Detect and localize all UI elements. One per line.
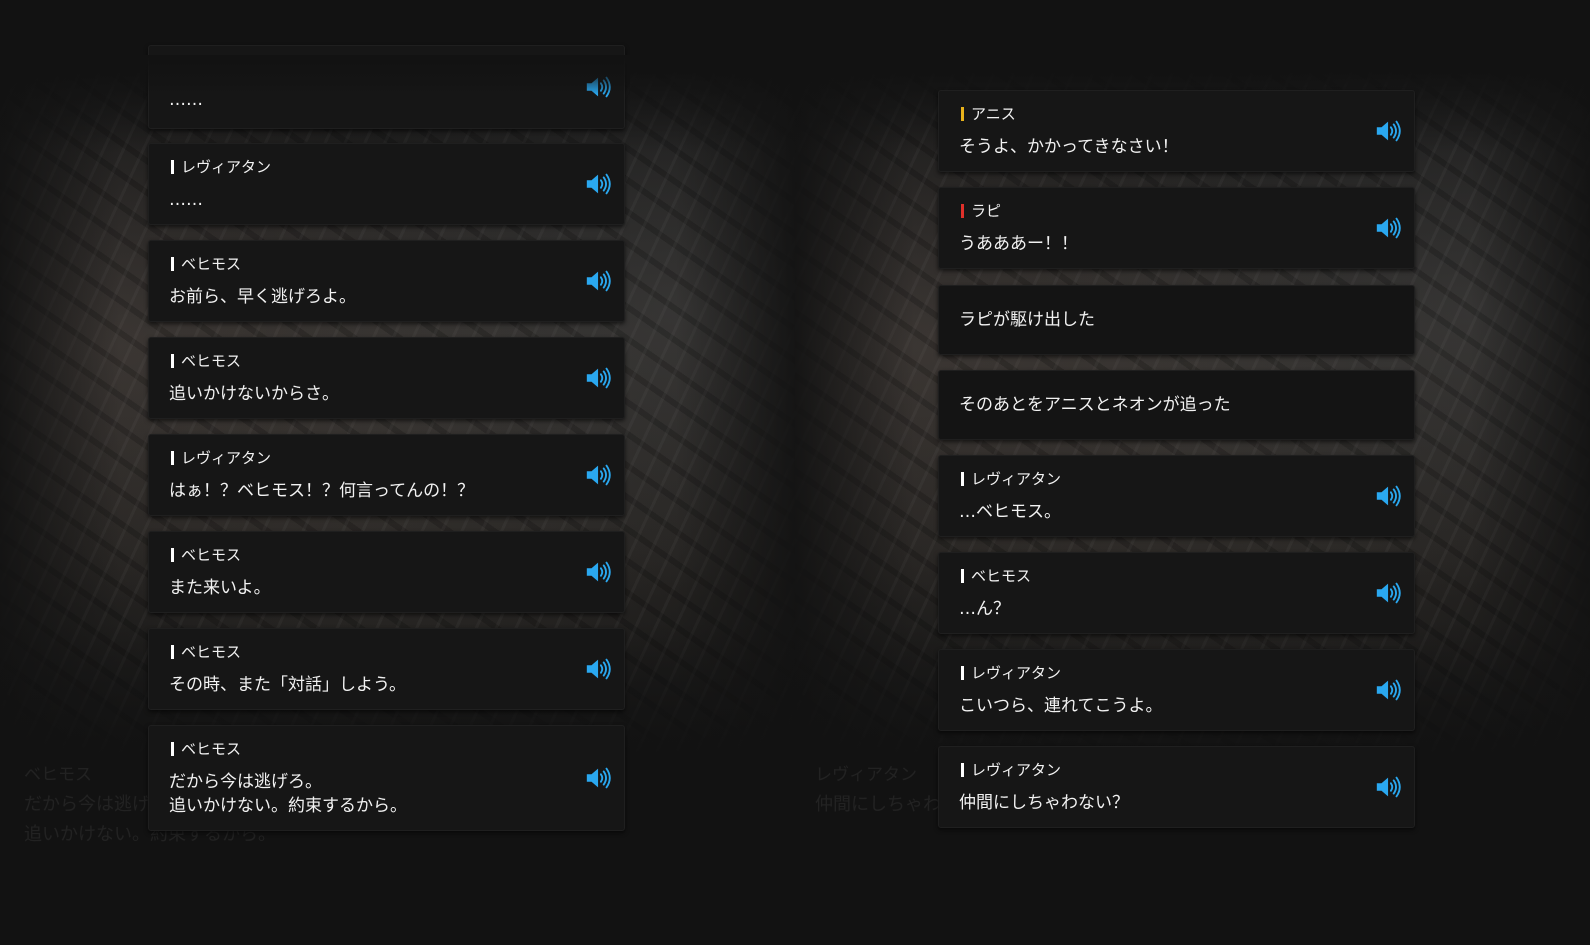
speaker-name: レヴィアタン bbox=[961, 761, 1061, 779]
dialogue-text: そうよ、かかってきなさい！ bbox=[959, 137, 1179, 157]
speaker-volume-icon[interactable] bbox=[584, 765, 614, 791]
dialogue-text: …ベヒモス。 bbox=[959, 502, 1061, 522]
dialogue-text: 追いかけないからさ。 bbox=[169, 384, 339, 404]
speaker-name: レヴィアタン bbox=[171, 158, 271, 176]
speaker-volume-icon[interactable] bbox=[1374, 580, 1404, 606]
speaker-name: ベヒモス bbox=[171, 352, 241, 370]
speaker-name: レヴィアタン bbox=[961, 470, 1061, 488]
speaker-name: ベヒモス bbox=[961, 567, 1031, 585]
dialogue-entry: レヴィアタン はぁ！？ベヒモス！？何言ってんの！？ bbox=[148, 434, 625, 516]
dialogue-entry: ベヒモス また来いよ。 bbox=[148, 531, 625, 613]
speaker-name: ベヒモス bbox=[171, 643, 241, 661]
dialogue-text: はぁ！？ベヒモス！？何言ってんの！？ bbox=[169, 481, 475, 501]
dialogue-entry: ベヒモス …ん？ bbox=[938, 552, 1415, 634]
dialogue-text: こいつら、連れてこうよ。 bbox=[959, 696, 1163, 716]
dialogue-entry: ラピ うあああー！！ bbox=[938, 187, 1415, 269]
dialogue-text: その時、また「対話」しよう。 bbox=[169, 675, 406, 695]
narration-entry: そのあとをアニスとネオンが追った bbox=[938, 370, 1415, 440]
narration-text: ラピが駆け出した bbox=[959, 310, 1095, 330]
speaker-name: ベヒモス bbox=[171, 546, 241, 564]
dialogue-entry: レヴィアタン 仲間にしちゃわない？ bbox=[938, 746, 1415, 828]
scroll-fade-top bbox=[140, 55, 630, 95]
dialogue-entry: レヴィアタン …ベヒモス。 bbox=[938, 455, 1415, 537]
dialogue-text: うあああー！！ bbox=[959, 234, 1078, 254]
speaker-volume-icon[interactable] bbox=[584, 171, 614, 197]
dialogue-entry: レヴィアタン …… bbox=[148, 143, 625, 225]
dialogue-entry: ベヒモス その時、また「対話」しよう。 bbox=[148, 628, 625, 710]
speaker-name: アニス bbox=[961, 105, 1016, 123]
speaker-name: ラピ bbox=[961, 202, 1001, 220]
dialogue-text: また来いよ。 bbox=[169, 578, 271, 598]
speaker-volume-icon[interactable] bbox=[1374, 215, 1404, 241]
dialogue-text: …… bbox=[169, 190, 203, 210]
speaker-volume-icon[interactable] bbox=[584, 462, 614, 488]
speaker-volume-icon[interactable] bbox=[1374, 118, 1404, 144]
narration-text: そのあとをアニスとネオンが追った bbox=[959, 395, 1231, 415]
speaker-name: ベヒモス bbox=[171, 255, 241, 273]
dialogue-text: …ん？ bbox=[959, 599, 1010, 619]
dialogue-text: だから今は逃げろ。 追いかけない。約束するから。 bbox=[169, 772, 407, 816]
dialogue-entry: ベヒモス だから今は逃げろ。 追いかけない。約束するから。 bbox=[148, 725, 625, 831]
dialogue-entry: ベヒモス 追いかけないからさ。 bbox=[148, 337, 625, 419]
narration-entry: ラピが駆け出した bbox=[938, 285, 1415, 355]
speaker-volume-icon[interactable] bbox=[584, 268, 614, 294]
speaker-volume-icon[interactable] bbox=[584, 559, 614, 585]
speaker-volume-icon[interactable] bbox=[584, 365, 614, 391]
speaker-volume-icon[interactable] bbox=[1374, 774, 1404, 800]
speaker-volume-icon[interactable] bbox=[584, 656, 614, 682]
dialogue-entry: アニス そうよ、かかってきなさい！ bbox=[938, 90, 1415, 172]
speaker-name: レヴィアタン bbox=[961, 664, 1061, 682]
speaker-volume-icon[interactable] bbox=[1374, 483, 1404, 509]
dialogue-entry: ベヒモス お前ら、早く逃げろよ。 bbox=[148, 240, 625, 322]
speaker-volume-icon[interactable] bbox=[1374, 677, 1404, 703]
left-log-panel: ベヒモス だから今は逃げろ。 追いかけない。約束するから。 …… レヴィアタン … bbox=[0, 0, 795, 945]
dialogue-entry: レヴィアタン こいつら、連れてこうよ。 bbox=[938, 649, 1415, 731]
speaker-name: レヴィアタン bbox=[171, 449, 271, 467]
speaker-name: ベヒモス bbox=[171, 740, 241, 758]
dialogue-text: 仲間にしちゃわない？ bbox=[959, 793, 1129, 813]
dialogue-text: お前ら、早く逃げろよ。 bbox=[169, 287, 356, 307]
right-log-panel: レヴィアタン 仲間にしちゃわない？ アニス そうよ、かかってきなさい！ ラピ う… bbox=[795, 0, 1590, 945]
